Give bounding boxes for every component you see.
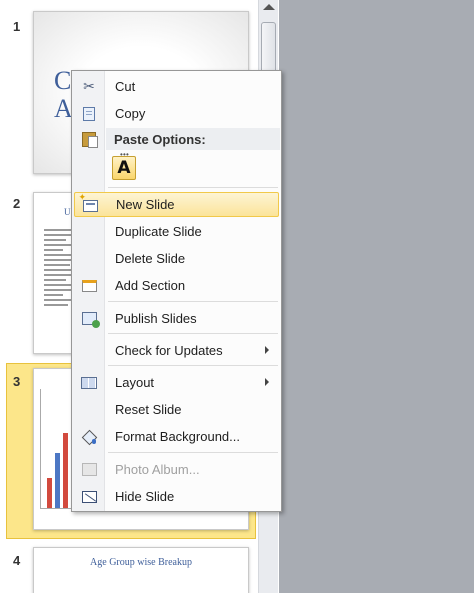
publish-slides-icon [80,310,100,328]
submenu-arrow-icon [265,378,269,386]
slide-number: 3 [13,374,21,389]
menu-separator [108,365,278,366]
menu-item-photo-album: Photo Album... [74,457,279,482]
scroll-up-arrow-icon[interactable] [263,4,275,10]
menu-item-label: Duplicate Slide [115,224,202,239]
chart-bar [47,478,52,508]
scissors-icon: ✂ [83,78,95,94]
paste-icon [80,131,98,148]
menu-separator [108,187,278,188]
menu-item-cut[interactable]: ✂ Cut [74,74,279,99]
menu-item-label: New Slide [116,197,175,212]
menu-item-label: Cut [115,79,136,94]
submenu-arrow-icon [265,346,269,354]
menu-item-label: Add Section [115,278,186,293]
slide-2-title: U [64,207,71,217]
new-slide-icon [79,192,99,214]
hide-slide-icon [80,488,98,505]
menu-item-new-slide[interactable]: New Slide [74,192,279,217]
menu-item-hide-slide[interactable]: Hide Slide [74,484,279,509]
slide-number: 2 [13,196,21,211]
add-section-icon [80,277,98,294]
menu-item-label: Photo Album... [115,462,200,477]
menu-item-label: Check for Updates [115,343,223,358]
photo-album-icon [80,461,98,478]
menu-item-add-section[interactable]: Add Section [74,273,279,298]
copy-icon [80,105,98,122]
chart-bar [55,453,60,508]
context-menu: ✂ Cut Copy Paste Options: • • • A New Sl… [71,70,282,512]
menu-item-label: Hide Slide [115,489,175,504]
format-background-icon [80,428,98,445]
slide-1-title: C A [54,66,73,123]
slide-editor-area [279,0,474,593]
menu-item-label: Layout [115,375,155,390]
menu-item-label: Format Background... [115,429,240,444]
chart-bar [63,433,68,508]
menu-item-format-background[interactable]: Format Background... [74,424,279,449]
slide-thumbnail-4[interactable]: Age Group wise Breakup [33,547,249,593]
menu-item-delete-slide[interactable]: Delete Slide [74,246,279,271]
paste-options-header: Paste Options: [106,128,280,150]
menu-item-copy[interactable]: Copy [74,101,279,126]
menu-item-publish-slides[interactable]: Publish Slides [74,306,279,331]
slide-number: 4 [13,553,21,568]
menu-separator [108,301,278,302]
menu-item-reset-slide[interactable]: Reset Slide [74,397,279,422]
menu-item-label: Copy [115,106,146,121]
menu-item-label: Delete Slide [115,251,186,266]
layout-icon [80,374,98,391]
menu-item-duplicate-slide[interactable]: Duplicate Slide [74,219,279,244]
paste-options-label: Paste Options: [114,132,206,147]
paste-keep-text-only-button[interactable]: A [112,156,136,180]
menu-item-check-for-updates[interactable]: Check for Updates [74,338,279,363]
menu-item-layout[interactable]: Layout [74,370,279,395]
menu-separator [108,333,278,334]
slide-4-title: Age Group wise Breakup [90,557,192,568]
menu-separator [108,452,278,453]
menu-item-label: Reset Slide [115,402,182,417]
slide-number: 1 [13,19,21,34]
menu-item-label: Publish Slides [115,311,197,326]
